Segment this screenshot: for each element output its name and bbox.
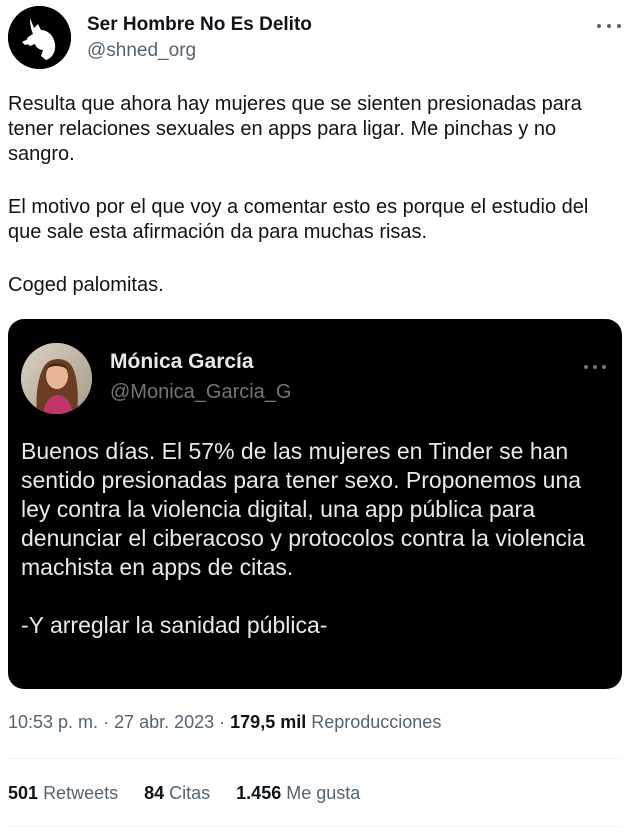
author-handle[interactable]: @shned_org <box>87 40 196 62</box>
author-name[interactable]: Ser Hombre No Es Delito <box>87 14 312 36</box>
quoted-paragraph: -Y arreglar la sanidad pública- <box>21 612 328 638</box>
tweet-paragraph: El motivo por el que voy a comentar esto… <box>8 196 589 243</box>
likes-label: Me gusta <box>286 783 361 803</box>
retweets-link[interactable]: 501 Retweets <box>8 783 118 804</box>
tweet-header: Ser Hombre No Es Delito @shned_org <box>8 6 621 72</box>
quoted-author-name[interactable]: Mónica García <box>110 350 254 374</box>
quoted-tweet-text: Buenos días. El 57% de las mujeres en Ti… <box>21 437 613 640</box>
tweet-metadata: 10:53 p. m. · 27 abr. 2023 · 179,5 mil R… <box>8 712 441 733</box>
divider <box>8 758 621 759</box>
views-label: Reproducciones <box>311 712 442 732</box>
quoted-author-avatar[interactable] <box>21 343 92 414</box>
author-avatar[interactable] <box>8 6 71 69</box>
views-count: 179,5 mil <box>230 712 307 732</box>
tweet-time[interactable]: 10:53 p. m. <box>8 712 98 732</box>
tweet-paragraph: Coged palomitas. <box>8 274 164 296</box>
likes-count: 1.456 <box>236 783 282 803</box>
quoted-author-handle[interactable]: @Monica_Garcia_G <box>110 381 291 404</box>
quotes-count: 84 <box>144 783 165 803</box>
person-photo-icon <box>21 343 92 414</box>
tweet-date[interactable]: 27 abr. 2023 <box>114 712 214 732</box>
more-options-icon[interactable] <box>597 16 621 36</box>
quotes-label: Citas <box>169 783 211 803</box>
tweet-text: Resulta que ahora hay mujeres que se sie… <box>8 92 623 298</box>
wolf-silhouette-icon <box>8 6 71 69</box>
divider <box>8 826 621 827</box>
retweets-label: Retweets <box>43 783 119 803</box>
quoted-tweet[interactable]: Mónica García @Monica_Garcia_G Buenos dí… <box>8 319 622 689</box>
quoted-more-options-icon[interactable] <box>584 358 606 376</box>
separator: · <box>214 712 231 732</box>
tweet-paragraph: Resulta que ahora hay mujeres que se sie… <box>8 93 582 165</box>
separator: · <box>98 712 115 732</box>
engagement-stats: 501 Retweets 84 Citas 1.456 Me gusta <box>8 783 360 804</box>
quotes-link[interactable]: 84 Citas <box>144 783 210 804</box>
quoted-paragraph: Buenos días. El 57% de las mujeres en Ti… <box>21 438 585 580</box>
likes-link[interactable]: 1.456 Me gusta <box>236 783 360 804</box>
retweets-count: 501 <box>8 783 39 803</box>
